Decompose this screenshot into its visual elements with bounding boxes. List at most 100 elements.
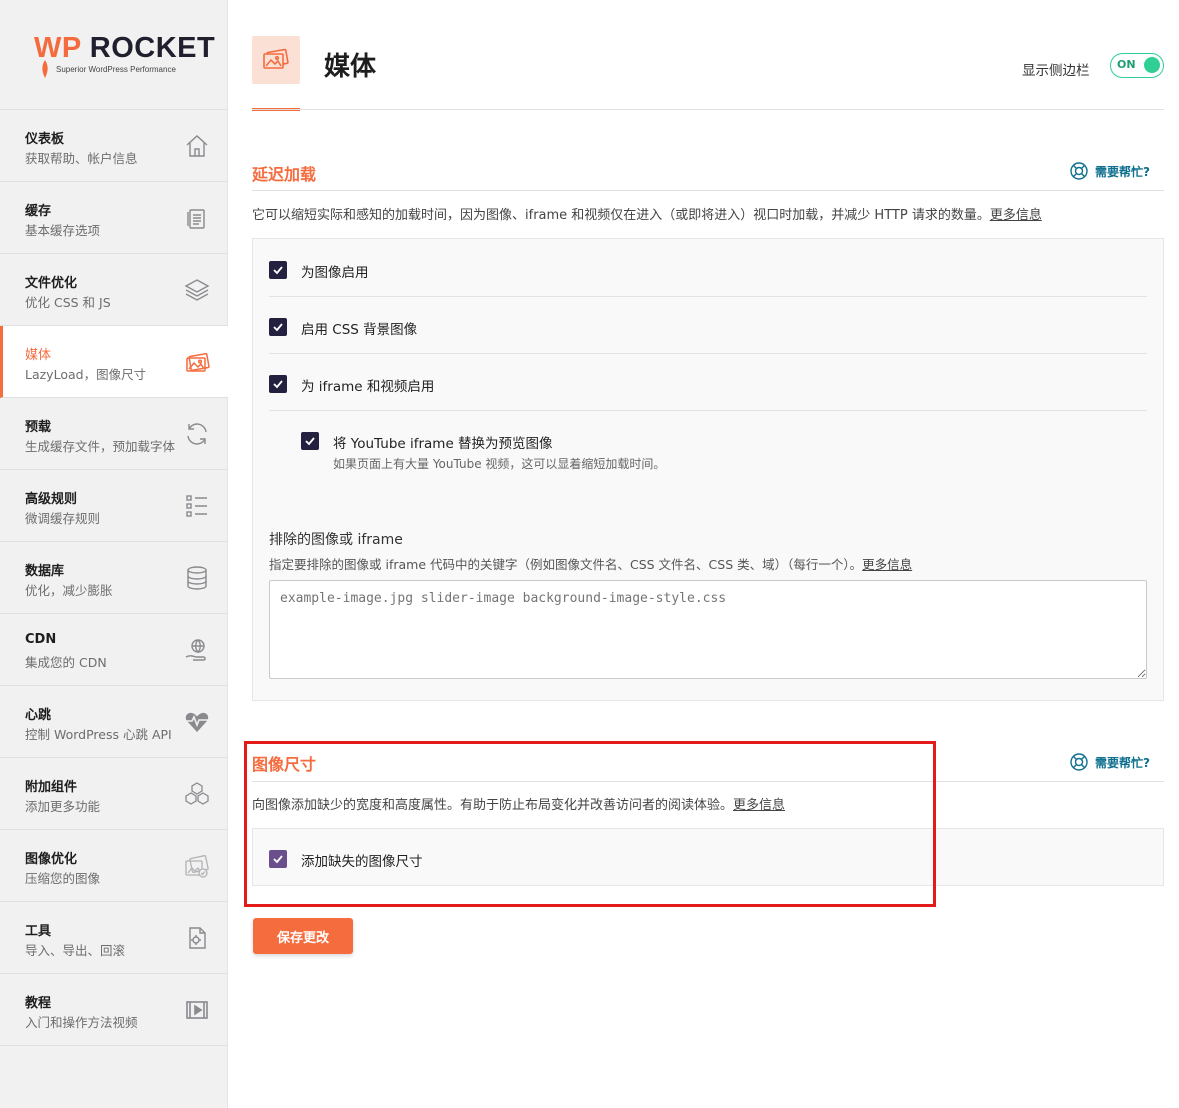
- sidebar-item-title: 数据库: [25, 564, 65, 579]
- sidebar-item-title: 媒体: [25, 348, 52, 363]
- media-page-icon: [252, 36, 300, 84]
- sidebar-item-database[interactable]: 数据库 优化，减少膨胀: [0, 542, 227, 614]
- sidebar-item-advanced-rules[interactable]: 高级规则 微调缓存规则: [0, 470, 227, 542]
- refresh-icon: [187, 423, 207, 445]
- exclude-keywords-textarea[interactable]: [269, 580, 1147, 679]
- list-icon: [186, 495, 207, 517]
- logo-rocket: ROCKET: [89, 32, 216, 64]
- sidebar-item-title: 附加组件: [25, 780, 78, 795]
- video-icon: [186, 1001, 208, 1019]
- sidebar-item-sub: 添加更多功能: [25, 799, 101, 814]
- sidebar-item-sub: 入门和操作方法视频: [25, 1015, 138, 1030]
- toggle-state-label: ON: [1117, 58, 1136, 71]
- layers-icon: [184, 279, 210, 301]
- rocket-flame-icon: [42, 60, 48, 78]
- document-icon: [187, 209, 205, 229]
- sidebar-item-sub: 基本缓存选项: [25, 223, 101, 238]
- option-description: 如果页面上有大量 YouTube 视频，这可以显着缩短加载时间。: [333, 457, 666, 471]
- youtube-preview-checkbox[interactable]: [301, 432, 319, 450]
- sidebar-item-media[interactable]: 媒体 LazyLoad，图像尺寸: [0, 326, 228, 398]
- sidebar-item-cdn[interactable]: CDN 集成您的 CDN: [0, 614, 227, 686]
- page-title: 媒体: [324, 52, 377, 82]
- sidebar-item-preload[interactable]: 预载 生成缓存文件，预加载字体: [0, 398, 227, 470]
- lazyload-help-link[interactable]: 需要帮忙?: [1069, 161, 1150, 181]
- sidebar-item-title: 预载: [25, 420, 52, 435]
- heartbeat-icon: [185, 712, 209, 732]
- home-icon: [186, 135, 208, 157]
- image-dimensions-panel: 添加缺失的图像尺寸: [252, 828, 1164, 886]
- sidebar-item-sub: 压缩您的图像: [25, 871, 101, 886]
- wp-rocket-logo[interactable]: WP ROCKET Superior WordPress Performance: [0, 0, 227, 110]
- help-label: 需要帮忙?: [1095, 755, 1150, 770]
- image-dimensions-description: 向图像添加缺少的宽度和高度属性。有助于防止布局变化并改善访问者的阅读体验。更多信…: [252, 794, 785, 813]
- sidebar-item-tools[interactable]: 工具 导入、导出、回滚: [0, 902, 227, 974]
- option-label: 启用 CSS 背景图像: [301, 322, 418, 338]
- lazyload-section-title: 延迟加载: [252, 165, 317, 184]
- sidebar-item-dashboard[interactable]: 仪表板 获取帮助、帐户信息: [0, 110, 227, 182]
- sidebar-item-addons[interactable]: 附加组件 添加更多功能: [0, 758, 227, 830]
- option-label: 添加缺失的图像尺寸: [301, 854, 423, 870]
- sidebar-item-title: 心跳: [25, 708, 52, 723]
- image-dimensions-desc-text: 向图像添加缺少的宽度和高度属性。有助于防止布局变化并改善访问者的阅读体验。: [252, 798, 734, 813]
- sidebar-item-title: 文件优化: [25, 276, 78, 291]
- iframes-videos-checkbox[interactable]: [269, 375, 287, 393]
- exclude-field-description: 指定要排除的图像或 iframe 代码中的关键字（例如图像文件名、CSS 文件名…: [269, 554, 912, 573]
- exclude-more-info-link[interactable]: 更多信息: [862, 557, 912, 572]
- database-icon: [187, 566, 207, 590]
- images-checkbox[interactable]: [269, 261, 287, 279]
- lazyload-more-info-link[interactable]: 更多信息: [990, 208, 1042, 223]
- sidebar-item-title: 缓存: [25, 204, 52, 219]
- option-divider: [269, 410, 1147, 411]
- sidebar-item-sub: 微调缓存规则: [25, 511, 101, 526]
- tools-icon: [189, 927, 206, 949]
- sidebar-item-cache[interactable]: 缓存 基本缓存选项: [0, 182, 227, 254]
- sidebar-item-sub: 集成您的 CDN: [25, 655, 107, 670]
- option-divider: [269, 296, 1147, 297]
- toggle-knob: [1144, 57, 1160, 73]
- sidebar-item-file-optimization[interactable]: 文件优化 优化 CSS 和 JS: [0, 254, 227, 326]
- images-icon: [186, 352, 210, 372]
- sidebar-item-heartbeat[interactable]: 心跳 控制 WordPress 心跳 API: [0, 686, 227, 758]
- help-label: 需要帮忙?: [1095, 164, 1150, 179]
- option-label: 为 iframe 和视频启用: [301, 379, 435, 395]
- section-divider: [252, 781, 1164, 782]
- save-changes-button[interactable]: 保存更改: [253, 918, 353, 954]
- sidebar-item-title: 教程: [25, 996, 52, 1011]
- option-label: 为图像启用: [301, 265, 369, 281]
- option-divider: [269, 353, 1147, 354]
- sidebar-item-title: 仪表板: [25, 132, 65, 147]
- globe-hand-icon: [185, 639, 206, 661]
- exclude-desc-text: 指定要排除的图像或 iframe 代码中的关键字（例如图像文件名、CSS 文件名…: [269, 557, 863, 572]
- sidebar-item-sub: 控制 WordPress 心跳 API: [25, 727, 172, 742]
- sidebar: WP ROCKET Superior WordPress Performance…: [0, 0, 228, 1108]
- sidebar-item-sub: LazyLoad，图像尺寸: [25, 367, 147, 382]
- lifebuoy-icon: [1070, 162, 1088, 180]
- sidebar-item-sub: 优化，减少膨胀: [25, 583, 113, 598]
- lazyload-description: 它可以缩短实际和感知的加载时间，因为图像、iframe 和视频仅在进入（或即将进…: [252, 204, 1042, 223]
- sidebar-item-sub: 优化 CSS 和 JS: [25, 295, 111, 310]
- sidebar-item-sub: 导入、导出、回滚: [25, 943, 126, 958]
- sidebar-toggle-switch[interactable]: ON: [1110, 53, 1164, 78]
- add-missing-dimensions-checkbox[interactable]: [269, 850, 287, 868]
- css-background-checkbox[interactable]: [269, 318, 287, 336]
- sidebar-item-title: CDN: [25, 632, 57, 647]
- image-dimensions-help-link[interactable]: 需要帮忙?: [1069, 752, 1150, 772]
- sidebar-item-sub: 生成缓存文件，预加载字体: [25, 439, 176, 454]
- exclude-field-label: 排除的图像或 iframe: [269, 532, 403, 548]
- image-dimensions-more-info-link[interactable]: 更多信息: [733, 798, 785, 813]
- cubes-icon: [185, 782, 209, 805]
- sidebar-item-tutorials[interactable]: 教程 入门和操作方法视频: [0, 974, 227, 1046]
- lazyload-desc-text: 它可以缩短实际和感知的加载时间，因为图像、iframe 和视频仅在进入（或即将进…: [252, 208, 990, 223]
- sidebar-item-sub: 获取帮助、帐户信息: [25, 151, 138, 166]
- header-divider: [252, 109, 1164, 110]
- sidebar-item-image-optimization[interactable]: 图像优化 压缩您的图像: [0, 830, 227, 902]
- section-divider: [252, 190, 1164, 191]
- sidebar-toggle-label: 显示侧边栏: [1022, 63, 1090, 79]
- lifebuoy-icon: [1070, 753, 1088, 771]
- image-optimize-icon: [185, 855, 209, 878]
- image-dimensions-section-title: 图像尺寸: [252, 755, 317, 774]
- logo-tagline: Superior WordPress Performance: [56, 65, 176, 74]
- option-label: 将 YouTube iframe 替换为预览图像: [333, 436, 553, 452]
- sidebar-item-title: 高级规则: [25, 492, 78, 507]
- sidebar-item-title: 图像优化: [25, 852, 78, 867]
